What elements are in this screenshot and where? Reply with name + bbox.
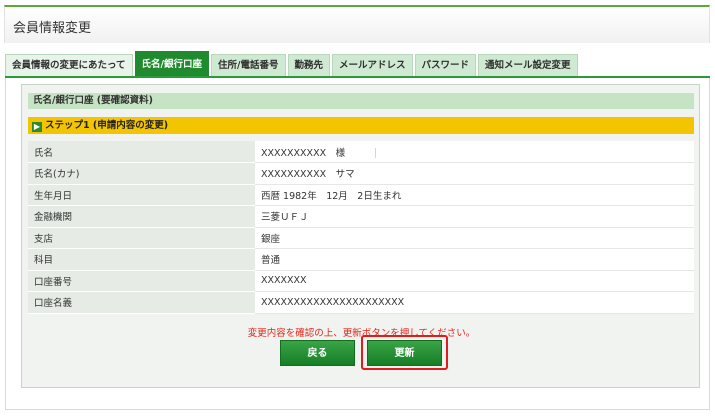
row-value: XXXXXXX [255, 270, 694, 292]
tab-workplace[interactable]: 勤務先 [287, 54, 331, 76]
table-row: 科目 普通 [28, 248, 694, 271]
table-row: 口座番号 XXXXXXX [28, 270, 694, 292]
form-container: 氏名/銀行口座 (要確認資料) ▶ ステップ1 (申請内容の変更) 氏名 XXXX… [21, 84, 700, 388]
table-row: 金融機関 三菱ＵＦＪ [28, 205, 694, 228]
table-row: 氏名(カナ) XXXXXXXXXX サマ [28, 162, 694, 185]
row-value: 西暦 1982年 12月 2日生まれ [255, 184, 694, 206]
page-title: 会員情報変更 [13, 21, 92, 36]
divider [375, 148, 377, 158]
tab-bar: 会員情報の変更にあたって 氏名/銀行口座 住所/電話番号 勤務先 メールアドレス… [5, 51, 580, 76]
tab-email[interactable]: メールアドレス [332, 54, 413, 76]
step-label: ステップ1 (申請内容の変更) [45, 120, 169, 131]
row-label: 氏名(カナ) [28, 162, 255, 185]
row-label: 口座番号 [28, 270, 255, 292]
tab-name-bank[interactable]: 氏名/銀行口座 [134, 51, 210, 76]
row-value: XXXXXXXXXXXXXXXXXXXXXX [255, 291, 694, 314]
row-label: 金融機関 [28, 205, 255, 228]
page-header: 会員情報変更 [4, 5, 710, 43]
back-button[interactable]: 戻る [280, 340, 355, 366]
row-label: 生年月日 [28, 184, 255, 206]
content-panel: 氏名/銀行口座 (要確認資料) ▶ ステップ1 (申請内容の変更) 氏名 XXXX… [5, 78, 710, 410]
arrow-right-icon: ▶ [32, 122, 42, 132]
section-title: 氏名/銀行口座 (要確認資料) [28, 93, 694, 109]
tab-password[interactable]: パスワード [414, 54, 477, 76]
row-label: 口座名義 [28, 291, 255, 314]
row-label: 科目 [28, 248, 255, 271]
row-label: 氏名 [28, 141, 255, 163]
tab-notification-settings[interactable]: 通知メール設定変更 [478, 54, 578, 76]
update-button[interactable]: 更新 [367, 340, 442, 366]
row-value: XXXXXXXXXX サマ [255, 162, 694, 185]
row-label: 支店 [28, 227, 255, 249]
row-value: 三菱ＵＦＪ [255, 205, 694, 228]
info-table: 氏名 XXXXXXXXXX 様 氏名(カナ) XXXXXXXXXX サマ 生年月… [28, 141, 694, 314]
row-value: XXXXXXXXXX 様 [255, 141, 694, 163]
tab-notes[interactable]: 会員情報の変更にあたって [5, 54, 133, 76]
step-bar: ▶ ステップ1 (申請内容の変更) [28, 117, 694, 134]
table-row: 生年月日 西暦 1982年 12月 2日生まれ [28, 184, 694, 206]
row-value: 普通 [255, 248, 694, 271]
table-row: 口座名義 XXXXXXXXXXXXXXXXXXXXXX [28, 291, 694, 314]
row-value: 銀座 [255, 227, 694, 249]
table-row: 氏名 XXXXXXXXXX 様 [28, 141, 694, 163]
table-row: 支店 銀座 [28, 227, 694, 249]
name-value: XXXXXXXXXX 様 [261, 147, 346, 159]
tab-address-phone[interactable]: 住所/電話番号 [211, 54, 286, 76]
